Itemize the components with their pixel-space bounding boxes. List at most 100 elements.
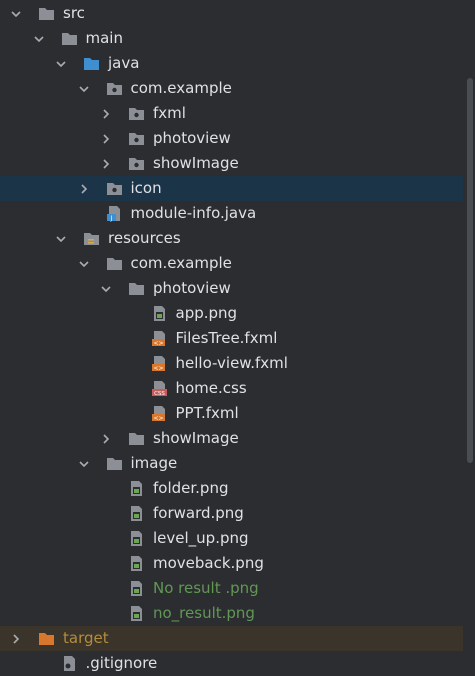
tree-item-label: showImage <box>153 154 239 172</box>
tree-item-label: resources <box>108 229 181 247</box>
tree-row-showimage-resources-folder[interactable]: showImage <box>0 426 463 451</box>
folder-icon <box>128 280 145 297</box>
svg-text:J: J <box>109 215 112 222</box>
chevron-right-icon[interactable] <box>98 126 114 151</box>
tree-item-label: forward.png <box>153 504 244 522</box>
tree-item-label: moveback.png <box>153 554 264 572</box>
tree-item-label: src <box>63 4 85 22</box>
tree-row-no-result-space-png-file[interactable]: No result .png <box>0 576 463 601</box>
tree-item-label: photoview <box>153 279 231 297</box>
package-icon <box>128 105 145 122</box>
svg-text:<>: <> <box>153 365 163 372</box>
folder-resources-icon <box>83 230 100 247</box>
gitignore-file-icon <box>61 655 78 672</box>
tree-item-label: PPT.fxml <box>175 404 239 422</box>
package-icon <box>106 80 123 97</box>
chevron-down-icon[interactable] <box>8 1 24 26</box>
tree-item-label: home.css <box>175 379 247 397</box>
chevron-down-icon[interactable] <box>53 51 69 76</box>
chevron-right-icon[interactable] <box>98 101 114 126</box>
vertical-scrollbar[interactable] <box>467 78 473 463</box>
tree-item-label: level_up.png <box>153 529 249 547</box>
tree-row-src-folder[interactable]: src <box>0 1 463 26</box>
image-file-icon <box>128 580 145 597</box>
tree-item-label: target <box>63 629 109 647</box>
chevron-down-icon[interactable] <box>76 451 92 476</box>
chevron-right-icon[interactable] <box>98 151 114 176</box>
tree-item-label: fxml <box>153 104 186 122</box>
fxml-file-icon: <> <box>151 405 168 422</box>
tree-row-home-css-file[interactable]: CSS home.css <box>0 376 463 401</box>
tree-row-icon-package[interactable]: icon <box>0 176 463 201</box>
image-file-icon <box>128 555 145 572</box>
tree-item-label: main <box>85 29 123 47</box>
folder-icon <box>38 5 55 22</box>
tree-item-label: .gitignore <box>85 654 158 672</box>
tree-row-forward-png-file[interactable]: forward.png <box>0 501 463 526</box>
tree-item-label: No result .png <box>153 579 259 597</box>
tree-row-com-example-resources-folder[interactable]: com.example <box>0 251 463 276</box>
tree-item-label: showImage <box>153 429 239 447</box>
tree-item-label: folder.png <box>153 479 229 497</box>
tree-row-folder-png-file[interactable]: folder.png <box>0 476 463 501</box>
tree-item-label: hello-view.fxml <box>175 354 288 372</box>
svg-text:<>: <> <box>153 415 163 422</box>
package-icon <box>106 180 123 197</box>
image-file-icon <box>151 305 168 322</box>
tree-item-label: FilesTree.fxml <box>175 329 278 347</box>
tree-row-no-result-png-file[interactable]: no_result.png <box>0 601 463 626</box>
folder-icon <box>61 30 78 47</box>
chevron-right-icon[interactable] <box>98 426 114 451</box>
chevron-down-icon[interactable] <box>76 251 92 276</box>
image-file-icon <box>128 530 145 547</box>
tree-row-filestree-fxml-file[interactable]: <> FilesTree.fxml <box>0 326 463 351</box>
tree-row-target-folder[interactable]: target <box>0 626 463 651</box>
chevron-down-icon[interactable] <box>76 76 92 101</box>
image-file-icon <box>128 605 145 622</box>
tree-row-level-up-png-file[interactable]: level_up.png <box>0 526 463 551</box>
tree-row-image-folder[interactable]: image <box>0 451 463 476</box>
tree-row-com-example-package[interactable]: com.example <box>0 76 463 101</box>
tree-item-label: no_result.png <box>153 604 255 622</box>
tree-row-moveback-png-file[interactable]: moveback.png <box>0 551 463 576</box>
package-icon <box>128 130 145 147</box>
svg-text:CSS: CSS <box>154 391 165 397</box>
tree-row-ppt-fxml-file[interactable]: <> PPT.fxml <box>0 401 463 426</box>
tree-item-label: app.png <box>175 304 238 322</box>
tree-row-photoview-package[interactable]: photoview <box>0 126 463 151</box>
chevron-down-icon[interactable] <box>53 226 69 251</box>
tree-row-main-folder[interactable]: main <box>0 26 463 51</box>
folder-icon <box>106 255 123 272</box>
tree-row-java-folder[interactable]: java <box>0 51 463 76</box>
css-file-icon: CSS <box>151 380 168 397</box>
chevron-right-icon[interactable] <box>76 176 92 201</box>
chevron-down-icon[interactable] <box>98 276 114 301</box>
svg-text:<>: <> <box>153 340 163 347</box>
folder-icon <box>128 430 145 447</box>
tree-row-module-info-file[interactable]: Jmodule-info.java <box>0 201 463 226</box>
folder-icon <box>106 455 123 472</box>
tree-item-label: java <box>108 54 140 72</box>
folder-orange-icon <box>38 630 55 647</box>
tree-row-gitignore-file[interactable]: .gitignore <box>0 651 463 676</box>
tree-row-app-png-file[interactable]: app.png <box>0 301 463 326</box>
java-file-icon: J <box>106 205 123 222</box>
image-file-icon <box>128 480 145 497</box>
tree-item-label: com.example <box>130 79 232 97</box>
tree-row-photoview-resources-folder[interactable]: photoview <box>0 276 463 301</box>
tree-item-label: photoview <box>153 129 231 147</box>
image-file-icon <box>128 505 145 522</box>
chevron-down-icon[interactable] <box>31 26 47 51</box>
chevron-right-icon[interactable] <box>8 626 24 651</box>
project-tree[interactable]: src main java com.example fxml photoview showI… <box>0 0 463 672</box>
tree-item-label: com.example <box>130 254 232 272</box>
folder-blue-icon <box>83 55 100 72</box>
tree-row-fxml-package[interactable]: fxml <box>0 101 463 126</box>
tree-row-resources-folder[interactable]: resources <box>0 226 463 251</box>
tree-row-showimage-package[interactable]: showImage <box>0 151 463 176</box>
fxml-file-icon: <> <box>151 355 168 372</box>
tree-item-label: image <box>130 454 178 472</box>
tree-row-hello-view-fxml-file[interactable]: <> hello-view.fxml <box>0 351 463 376</box>
tree-item-label: icon <box>130 179 162 197</box>
package-icon <box>128 155 145 172</box>
